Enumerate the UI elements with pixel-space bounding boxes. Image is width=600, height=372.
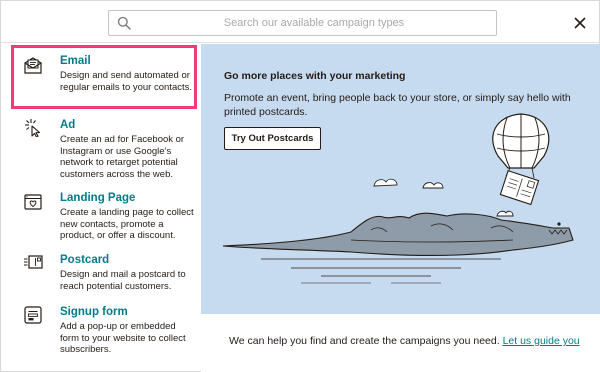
search-box[interactable] [108, 10, 497, 36]
campaign-type-title: Ad [60, 119, 76, 131]
selected-item-highlight [11, 45, 197, 109]
postcard-icon [24, 255, 43, 269]
campaign-type-description: Design and mail a postcard to reach pote… [60, 269, 186, 292]
campaign-type-postcard[interactable]: Postcard Design and mail a postcard to r… [1, 254, 201, 296]
dialog-header [1, 1, 600, 43]
campaign-type-signup-form[interactable]: Signup form Add a pop-up or embedded for… [1, 306, 201, 361]
campaign-type-ad[interactable]: Ad Create an ad for Facebook or Instagra… [1, 117, 201, 183]
footer-text: We can help you find and create the camp… [229, 335, 580, 347]
guide-footer: We can help you find and create the camp… [201, 314, 600, 372]
postcard-promo-panel: Go more places with your marketing Promo… [201, 44, 600, 314]
campaign-type-title: Landing Page [60, 192, 136, 204]
promo-title: Go more places with your marketing [224, 70, 406, 82]
try-out-postcards-button[interactable]: Try Out Postcards [224, 127, 321, 150]
promo-text: Promote an event, bring people back to y… [224, 92, 571, 118]
ad-icon [25, 119, 41, 137]
campaign-type-description: Create a landing page to collect new con… [60, 207, 194, 241]
campaign-type-title: Signup form [60, 306, 128, 318]
footer-message: We can help you find and create the camp… [229, 335, 500, 347]
let-us-guide-you-link[interactable]: Let us guide you [503, 335, 580, 347]
campaign-type-description: Add a pop-up or embedded form to your we… [60, 321, 186, 355]
search-icon [117, 16, 131, 30]
landing-page-icon [24, 194, 42, 210]
signup-form-icon [24, 306, 42, 324]
postcard-balloon-illustration [222, 113, 574, 284]
search-input[interactable] [139, 13, 489, 33]
campaign-type-description: Create an ad for Facebook or Instagram o… [60, 134, 185, 180]
campaign-type-landing-page[interactable]: Landing Page Create a landing page to co… [1, 192, 201, 244]
campaign-type-dialog: Email Design and send automated or regul… [0, 0, 600, 372]
campaign-type-title: Postcard [60, 254, 110, 266]
hot-air-balloon-icon [492, 113, 550, 206]
close-icon[interactable] [572, 15, 588, 31]
